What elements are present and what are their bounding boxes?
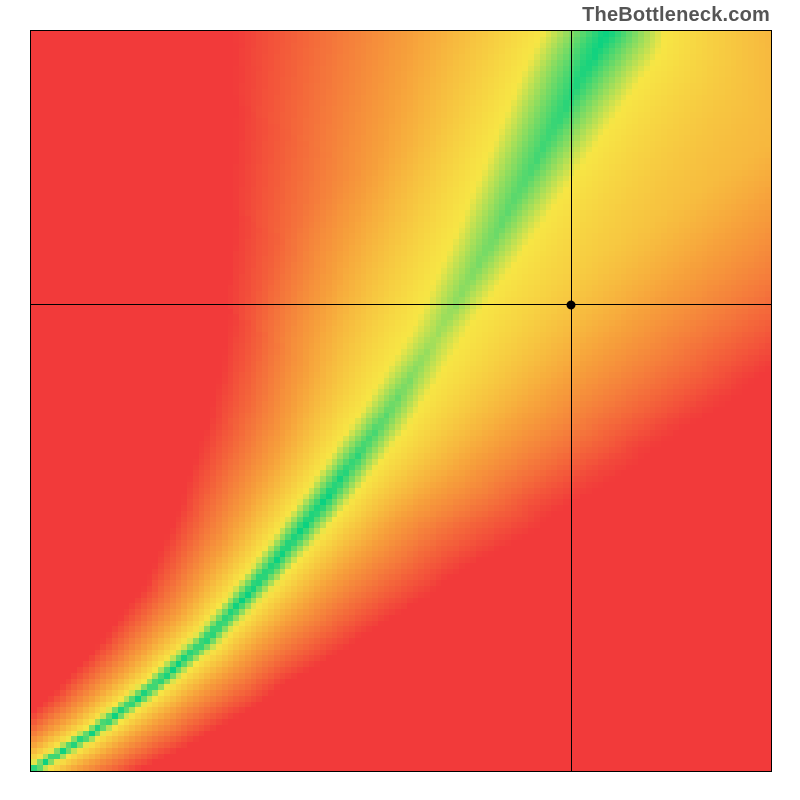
marker-point [567,300,576,309]
heatmap-plot [30,30,772,772]
watermark-text: TheBottleneck.com [582,4,770,27]
heatmap-canvas [31,31,771,771]
chart-container: TheBottleneck.com [0,0,800,800]
crosshair-vertical [571,31,572,771]
crosshair-horizontal [31,304,771,305]
